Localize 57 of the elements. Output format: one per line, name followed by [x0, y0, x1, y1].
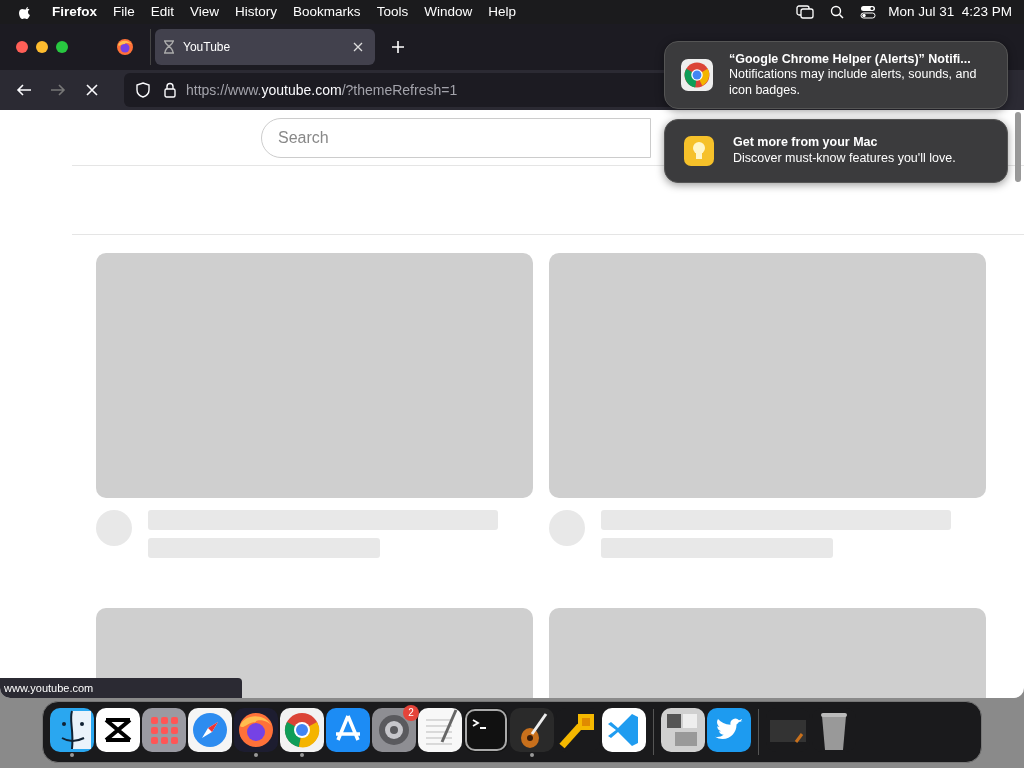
chrome-icon: [681, 57, 713, 93]
clock[interactable]: Mon Jul 31 4:23 PM: [888, 1, 1012, 23]
app-menu[interactable]: Firefox: [52, 1, 97, 23]
menu-item[interactable]: View: [190, 1, 220, 23]
chrome-icon[interactable]: [280, 707, 324, 752]
search-field[interactable]: Search: [261, 117, 651, 158]
apple-icon[interactable]: [18, 4, 32, 20]
hourglass-icon: [163, 40, 175, 54]
running-indicator: [530, 752, 534, 757]
notification-text: Discover must-know features you'll love.: [733, 151, 956, 167]
shield-icon[interactable]: [136, 82, 150, 98]
menu-item[interactable]: Help: [488, 1, 516, 23]
guitar-icon[interactable]: [510, 707, 554, 752]
new-tab-icon[interactable]: [391, 40, 405, 54]
compass-icon[interactable]: [188, 707, 232, 752]
back-icon[interactable]: [16, 82, 32, 98]
lightbulb-icon: [684, 136, 714, 166]
notification-badge: 2: [403, 704, 419, 721]
search-icon[interactable]: [830, 5, 845, 19]
url-field[interactable]: https://www.youtube.com/?themeRefresh=1: [186, 79, 458, 101]
notification-text: Notifications may include alerts, sounds, and icon badges.: [729, 67, 978, 99]
menu-item[interactable]: Edit: [150, 1, 175, 23]
tab-title: YouTube: [183, 39, 232, 56]
minimize-button[interactable]: [36, 41, 48, 53]
capcut-icon[interactable]: [96, 707, 140, 752]
notification-banner[interactable]: Get more from your Mac Discover must-know features you'll love.: [664, 119, 1008, 183]
scrollbar-thumb[interactable]: [1015, 112, 1021, 182]
gear-icon[interactable]: [372, 707, 416, 752]
app-store-icon[interactable]: [326, 707, 370, 752]
running-indicator: [70, 752, 74, 757]
close-icon[interactable]: [353, 42, 363, 52]
status-url: www.youtube.com: [0, 677, 242, 698]
firefox-icon[interactable]: [116, 38, 134, 56]
notification-title: Get more from your Mac: [733, 135, 879, 151]
firefox-icon[interactable]: [234, 707, 278, 752]
notepad-icon[interactable]: [418, 707, 462, 752]
zoom-button[interactable]: [56, 41, 68, 53]
running-indicator: [300, 752, 304, 757]
code-editor-icon[interactable]: [602, 707, 646, 752]
notification-banner[interactable]: “Google Chrome Helper (Alerts)” Notifi... Notifications may include alerts, sounds, and icon badges.: [664, 41, 1008, 109]
browser-tab[interactable]: YouTube: [155, 29, 375, 65]
bird-icon[interactable]: [707, 707, 751, 752]
menu-item[interactable]: History: [235, 1, 278, 23]
stop-icon[interactable]: [86, 84, 98, 96]
menu-item[interactable]: File: [113, 1, 135, 23]
menu-item[interactable]: Tools: [376, 1, 409, 23]
running-indicator: [254, 752, 258, 757]
lock-icon: [164, 82, 176, 98]
menu-item[interactable]: Bookmarks: [293, 1, 361, 23]
app-grid-icon[interactable]: [142, 707, 186, 752]
screen-mirroring-icon[interactable]: [796, 4, 815, 20]
notification-title: “Google Chrome Helper (Alerts)” Notifi...: [729, 51, 972, 68]
finder-icon[interactable]: [50, 707, 94, 752]
menu-item[interactable]: Window: [424, 1, 473, 23]
close-button[interactable]: [16, 41, 28, 53]
control-center-icon[interactable]: [860, 5, 877, 19]
terminal-icon[interactable]: [464, 707, 508, 752]
